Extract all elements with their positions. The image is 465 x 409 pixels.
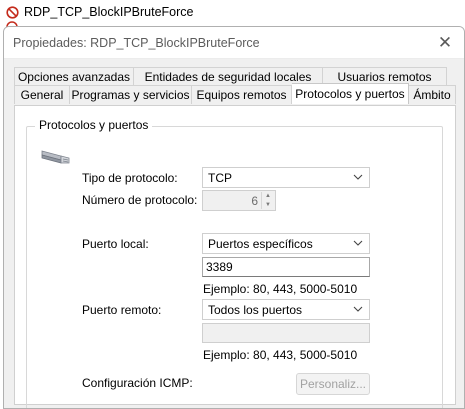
tab-advanced-options[interactable]: Opciones avanzadas [14,67,134,86]
tab-protocols-ports[interactable]: Protocolos y puertos [292,83,409,104]
tab-row-bottom: General Programas y servicios Equipos re… [14,83,456,104]
network-plug-icon [41,150,70,164]
spin-down-icon[interactable]: ▼ [262,201,274,210]
remote-port-select[interactable]: Todos los puertos [202,299,370,320]
icmp-label: Configuración ICMP: [82,376,193,390]
block-icon [6,5,19,19]
tab-panel: Protocolos y puertos Tipo de protocolo: … [14,105,456,408]
dialog-title: Propiedades: RDP_TCP_BlockIPBruteForce [13,36,260,50]
rule-name: RDP_TCP_BlockIPBruteForce [24,5,194,19]
remote-port-label: Puerto remoto: [82,303,162,317]
chevron-down-icon [353,306,363,312]
icmp-customize-button[interactable]: Personaliz... [296,373,370,395]
tab-programs-services[interactable]: Programas y servicios [70,85,192,104]
local-ports-input[interactable]: 3389 [202,257,370,277]
tab-remote-computers[interactable]: Equipos remotos [192,85,292,104]
local-port-label: Puerto local: [82,237,149,251]
chevron-down-icon [353,174,363,180]
spinner-buttons: ▲ ▼ [261,192,274,209]
tab-general[interactable]: General [14,85,70,104]
remote-port-example: Ejemplo: 80, 443, 5000-5010 [203,348,358,362]
local-port-example: Ejemplo: 80, 443, 5000-5010 [203,282,358,296]
close-icon: ✕ [437,33,453,52]
protocol-number-spinner[interactable]: 6 ▲ ▼ [202,190,276,211]
chevron-down-icon [353,240,363,246]
rule-list-item[interactable]: RDP_TCP_BlockIPBruteForce [6,3,194,21]
spin-up-icon[interactable]: ▲ [262,192,274,201]
protocol-number-value: 6 [251,194,258,208]
remote-port-mode: Todos los puertos [208,302,303,317]
local-port-select[interactable]: Puertos específicos [202,233,370,254]
close-button[interactable]: ✕ [430,30,460,56]
tab-scope[interactable]: Ámbito [409,85,456,104]
protocol-type-select[interactable]: TCP [202,167,370,188]
group-legend: Protocolos y puertos [35,118,153,132]
tab-strip: Opciones avanzadas Entidades de segurida… [14,67,456,105]
protocol-number-label: Número de protocolo: [82,193,198,207]
title-bar[interactable]: Propiedades: RDP_TCP_BlockIPBruteForce ✕ [4,27,464,59]
protocol-type-value: TCP [208,170,232,185]
local-port-mode: Puertos específicos [208,236,313,251]
protocol-type-label: Tipo de protocolo: [82,171,178,185]
properties-dialog: Propiedades: RDP_TCP_BlockIPBruteForce ✕… [3,26,465,409]
local-ports-value: 3389 [206,260,233,274]
remote-ports-input[interactable] [202,323,370,343]
